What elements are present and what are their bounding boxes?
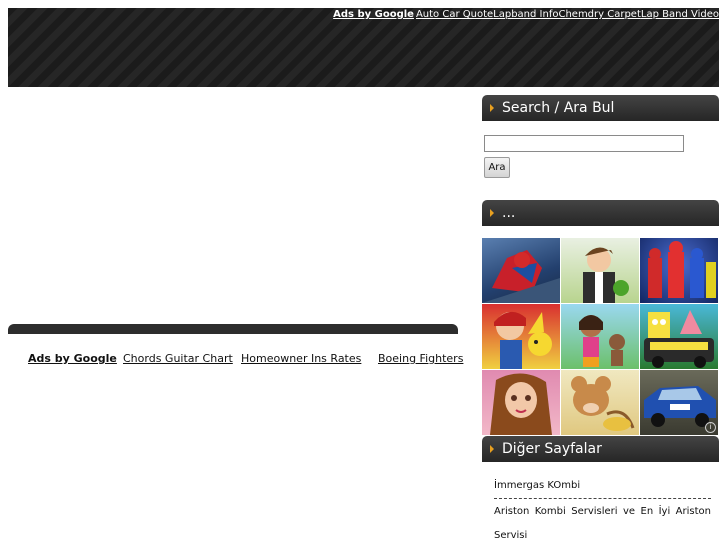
content-bar (8, 324, 458, 334)
power-rangers-thumbnail[interactable] (640, 238, 718, 303)
spiderman-thumbnail[interactable] (482, 238, 560, 303)
rally-car-thumbnail[interactable]: i (640, 370, 718, 435)
search-widget-header: Search / Ara Bul (482, 95, 719, 121)
spongebob-thumbnail[interactable] (640, 304, 718, 369)
ad-link[interactable]: Homeowner Ins Rates (241, 352, 361, 366)
arrow-icon (490, 209, 494, 217)
search-button[interactable]: Ara (484, 157, 510, 178)
widget-title: Diğer Sayfalar (502, 441, 602, 457)
pages-list: İmmergas KOmbi Ariston Kombi Servisleri … (494, 476, 711, 548)
arrow-icon (490, 445, 494, 453)
tom-and-jerry-thumbnail[interactable] (561, 370, 639, 435)
ad-link[interactable]: Chords Guitar Chart (123, 352, 233, 366)
header-ad-bar: Ads by Google Auto Car QuoteLapband InfoC… (333, 8, 719, 22)
ads-by-google-link[interactable]: Ads by Google (333, 9, 414, 20)
site-header: Ads by Google Auto Car QuoteLapband InfoC… (8, 8, 719, 87)
ad-link[interactable]: Auto Car Quote (416, 9, 493, 20)
pokemon-thumbnail[interactable] (482, 304, 560, 369)
bratz-thumbnail[interactable] (482, 370, 560, 435)
games-widget-header: ... (482, 200, 719, 226)
ads-by-google-link[interactable]: Ads by Google (28, 352, 117, 366)
widget-title: ... (502, 205, 516, 221)
widget-title: Search / Ara Bul (502, 100, 615, 116)
info-icon[interactable]: i (705, 422, 716, 433)
ben10-thumbnail[interactable] (561, 238, 639, 303)
ad-link[interactable]: Chemdry Carpet (558, 9, 640, 20)
search-input[interactable] (484, 135, 684, 152)
page-link[interactable]: Ariston Kombi Servisleri ve En İyi Arist… (494, 499, 711, 548)
ad-link[interactable]: Boeing Fighters (378, 352, 463, 366)
ad-link[interactable]: Lap Band Video (641, 9, 719, 20)
pages-widget-header: Diğer Sayfalar (482, 436, 719, 462)
arrow-icon (490, 104, 494, 112)
ad-link[interactable]: Lapband Info (493, 9, 558, 20)
page-link[interactable]: İmmergas KOmbi (494, 476, 711, 499)
dora-thumbnail[interactable] (561, 304, 639, 369)
game-thumbnail-grid: i (482, 238, 719, 435)
